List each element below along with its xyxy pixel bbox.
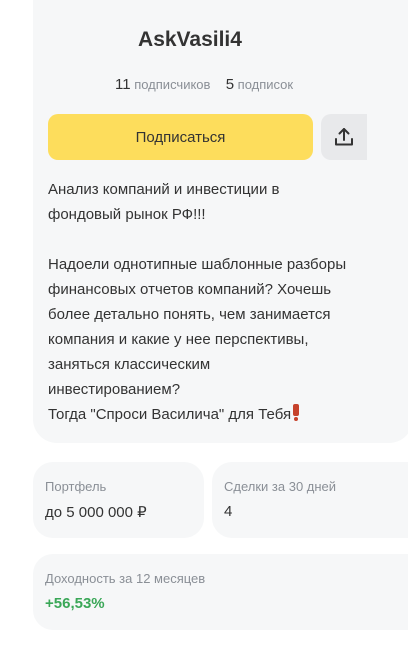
followers-label: подписчиков xyxy=(134,77,211,92)
portfolio-value: до 5 000 000 ₽ xyxy=(45,504,147,521)
profile-bio: Анализ компаний и инвестиции в фондовый … xyxy=(48,177,368,427)
following-count: 5 xyxy=(225,76,235,93)
followers-count: 11 xyxy=(115,76,131,93)
following-link[interactable]: 5 подписок xyxy=(225,76,294,93)
share-upload-icon xyxy=(335,128,353,146)
following-label: подписок xyxy=(237,77,294,92)
subscribe-button-label: Подписаться xyxy=(135,128,226,146)
yield-label: Доходность за 12 месяцев xyxy=(45,571,206,586)
follow-stats: 11 подписчиков 5 подписок xyxy=(115,76,293,93)
followers-link[interactable]: 11 подписчиков xyxy=(115,76,214,93)
share-button[interactable] xyxy=(321,114,367,160)
deals-tile[interactable]: Сделки за 30 дней 4 xyxy=(212,462,408,538)
deals-label: Сделки за 30 дней xyxy=(224,479,337,494)
bio-text: Анализ компаний и инвестиции в фондовый … xyxy=(48,181,347,423)
portfolio-label: Портфель xyxy=(45,479,107,494)
exclamation-mark-emoji xyxy=(293,404,300,421)
deals-value: 4 xyxy=(224,503,233,520)
profile-username: AskVasili4 xyxy=(138,28,242,51)
subscribe-button[interactable]: Подписаться xyxy=(48,114,313,160)
portfolio-tile[interactable]: Портфель до 5 000 000 ₽ xyxy=(33,462,204,538)
yield-tile[interactable]: Доходность за 12 месяцев +56,53% xyxy=(33,554,408,630)
yield-value: +56,53% xyxy=(45,595,105,612)
